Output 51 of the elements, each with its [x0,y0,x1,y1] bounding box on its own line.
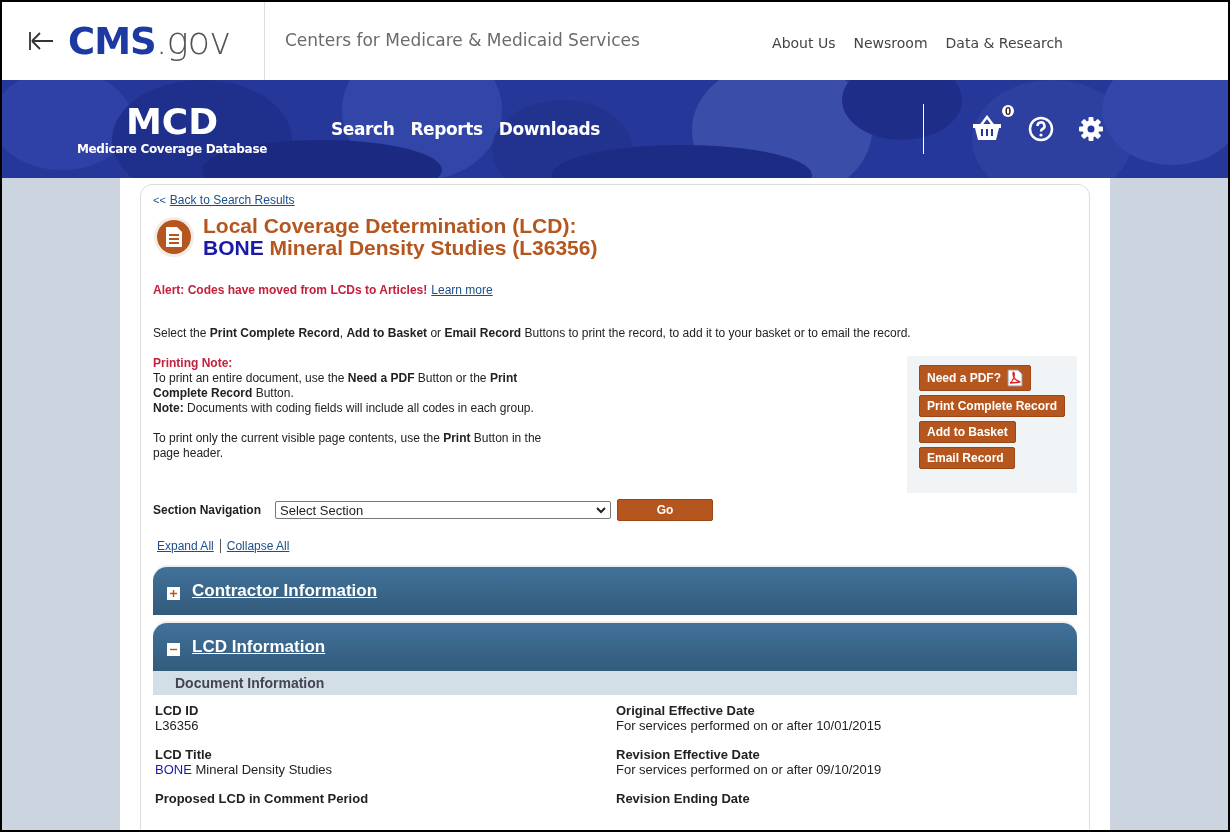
go-button[interactable]: Go [617,499,714,521]
expand-icon[interactable] [167,586,180,600]
main-nav-link[interactable]: Reports [410,119,483,139]
instructions-text: Select the Print Complete Record, Add to Basket or Email Record Buttons to print the record, to add it to your basket or to email the record. [153,326,912,340]
collapse-icon[interactable] [167,642,180,656]
expand-all-link[interactable]: Expand All [157,539,214,553]
top-nav-link[interactable]: Newsroom [853,35,928,53]
page-title: Local Coverage Determination (LCD): BONE Mineral Density Studies (L36356) [203,215,598,259]
field-label: Revision Effective Date [616,747,761,762]
printing-note-text: Note: Documents with coding fields will include all codes in each group. [153,401,535,416]
agency-name: Centers for Medicare & Medicaid Services [284,29,640,52]
document-icon [153,216,195,258]
action-button[interactable]: Need a PDF? [919,365,1031,391]
collapse-all-link[interactable]: Collapse All [226,539,290,553]
top-nav-link[interactable]: Data & Research [945,35,1063,53]
field-label: Original Effective Date [616,703,756,718]
learn-more-link[interactable]: Learn more [431,283,493,297]
section-select[interactable]: Select Section [275,501,612,519]
back-chevrons: << [153,194,166,206]
top-nav-link[interactable]: About Us [772,35,836,53]
basket-icon[interactable] [972,115,1002,141]
subsection-header: Document Information [153,671,1077,695]
settings-icon[interactable] [1078,116,1104,142]
printing-note-title: Printing Note: [153,356,234,371]
field-label: Proposed LCD in Comment Period [155,791,370,806]
field-value: L36356 [155,718,200,733]
field-value: BONE Mineral Density Studies [155,762,334,777]
field-value: For services performed on or after 10/01/2015 [616,718,883,733]
printing-note-text: To print only the current visible page contents, use the Print Button in the page header. [153,431,543,461]
main-nav-link[interactable]: Downloads [498,119,600,139]
back-link[interactable]: Back to Search Results [169,193,295,207]
section-header[interactable]: Contractor Information [153,567,1077,615]
section-nav-label: Section Navigation [153,503,262,517]
action-button[interactable]: Email Record [919,447,1015,469]
site-title[interactable]: MCD [125,102,219,142]
field-value: For services performed on or after 09/10/2019 [616,762,883,777]
site-subtitle: Medicare Coverage Database [76,142,268,156]
action-button[interactable]: Add to Basket [919,421,1016,443]
field-label: LCD ID [155,703,200,718]
section-header[interactable]: LCD Information [153,623,1077,671]
main-nav-link[interactable]: Search [331,119,395,139]
action-button[interactable]: Print Complete Record [919,395,1066,417]
alert-message: Alert: Codes have moved from LCDs to Articles! [153,283,428,297]
cms-logo[interactable]: CMS.gov [68,19,231,63]
pdf-icon [1007,369,1023,387]
help-icon[interactable] [1028,116,1054,142]
back-arrow-icon[interactable] [28,31,54,51]
chevron-down-icon [596,506,607,514]
printing-note-text: To print an entire document, use the Need a PDF Button or the Print Complete Record Button. [153,371,519,401]
field-label: Revision Ending Date [616,791,751,806]
field-label: LCD Title [155,747,213,762]
